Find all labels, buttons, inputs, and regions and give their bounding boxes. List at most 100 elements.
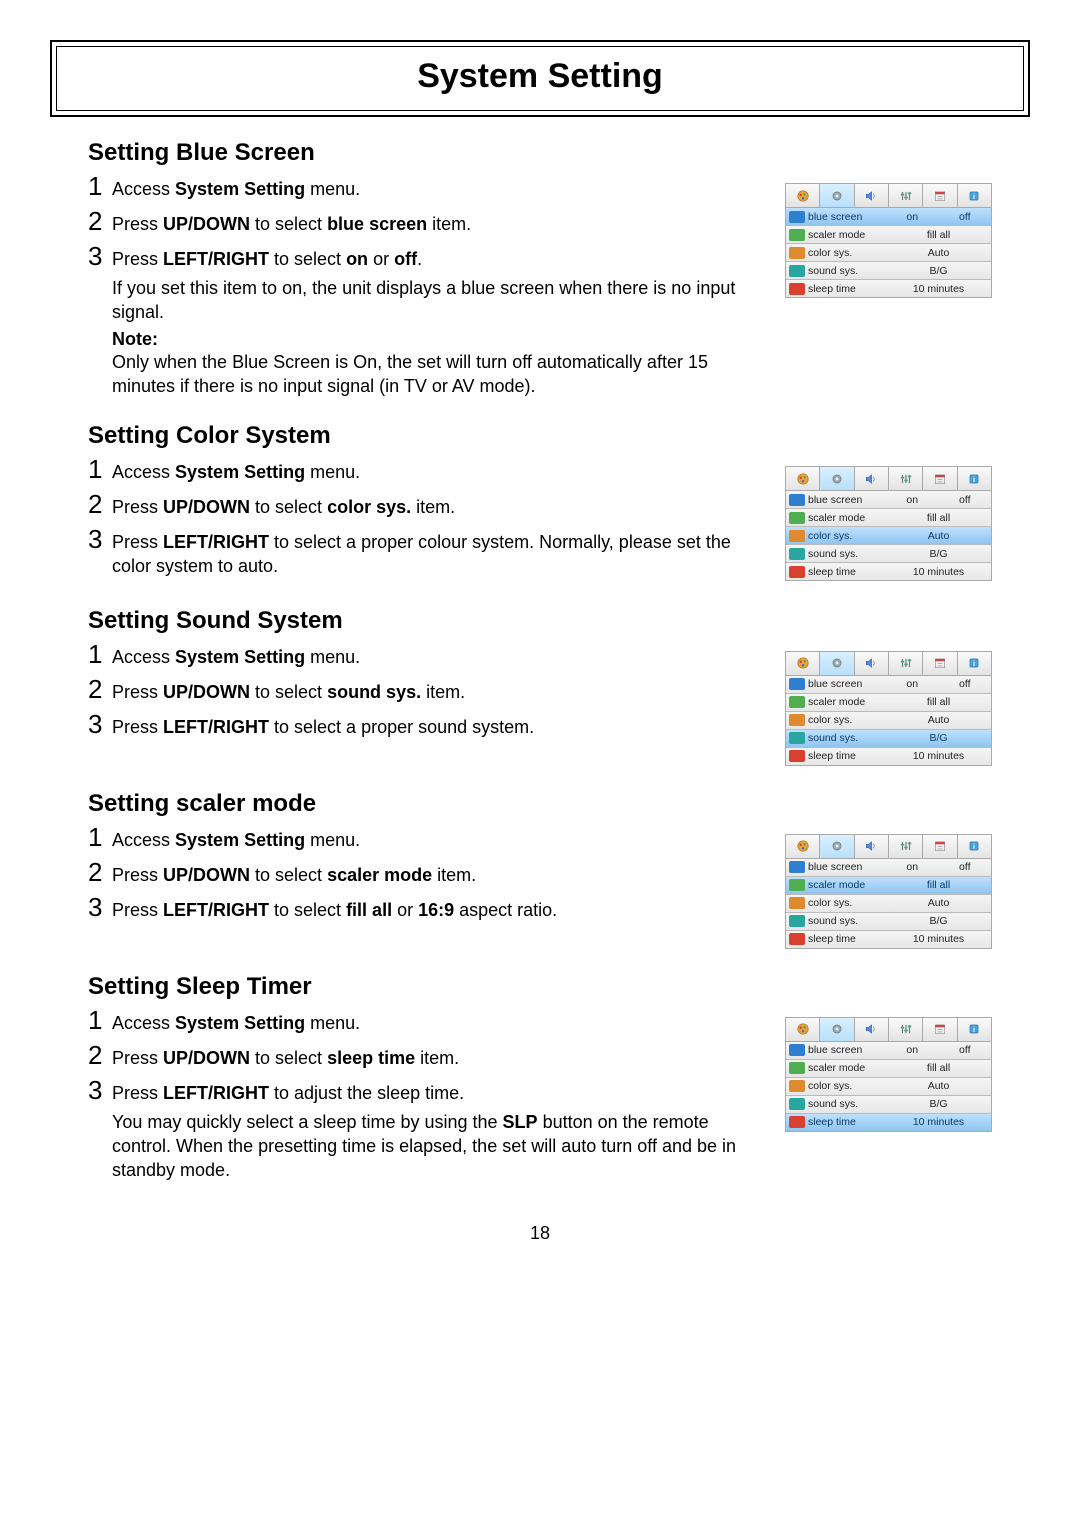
row-value: Auto: [886, 714, 991, 726]
osd-tab-system[interactable]: [820, 467, 854, 490]
step-number: 2: [88, 206, 110, 237]
osd-row-sleep-time[interactable]: sleep time10 minutes: [786, 931, 991, 948]
osd-row-sleep-time[interactable]: sleep time10 minutes: [786, 280, 991, 297]
osd-tab-audio[interactable]: [855, 652, 889, 675]
osd-tab-picture[interactable]: [786, 1018, 820, 1041]
osd-tab-tuning[interactable]: [889, 652, 923, 675]
row-label: color sys.: [808, 530, 886, 542]
osd-tab-picture[interactable]: [786, 652, 820, 675]
osd-tab-info[interactable]: i: [958, 652, 991, 675]
osd-row-color-sys-[interactable]: color sys.Auto: [786, 1078, 991, 1096]
row-label: color sys.: [808, 1080, 886, 1092]
step-number: 3: [88, 892, 110, 923]
audio-icon: [864, 189, 878, 203]
step-text: Press LEFT/RIGHT to select on or off.: [110, 247, 422, 271]
picture-icon: [796, 1022, 810, 1036]
svg-text:i: i: [973, 661, 975, 668]
steps: 1Access System Setting menu.2Press UP/DO…: [88, 454, 785, 583]
osd-row-sleep-time[interactable]: sleep time10 minutes: [786, 748, 991, 765]
step: 1Access System Setting menu.: [88, 171, 769, 202]
osd-row-blue-screen[interactable]: blue screenonoff: [786, 1042, 991, 1060]
osd-row-color-sys-[interactable]: color sys.Auto: [786, 244, 991, 262]
step-number: 1: [88, 171, 110, 202]
system-icon: [830, 839, 844, 853]
row-icon: [789, 494, 805, 506]
osd-row-sound-sys-[interactable]: sound sys.B/G: [786, 913, 991, 931]
step-body: If you set this item to on, the unit dis…: [112, 276, 769, 325]
osd-row-scaler-mode[interactable]: scaler modefill all: [786, 877, 991, 895]
step-number: 3: [88, 241, 110, 272]
osd-tab-system[interactable]: [820, 652, 854, 675]
osd-row-blue-screen[interactable]: blue screenonoff: [786, 676, 991, 694]
osd-tab-picture[interactable]: [786, 467, 820, 490]
tuning-icon: [899, 656, 913, 670]
osd-tab-audio[interactable]: [855, 184, 889, 207]
osd-tab-audio[interactable]: [855, 835, 889, 858]
row-label: sound sys.: [808, 1098, 886, 1110]
osd-row-sleep-time[interactable]: sleep time10 minutes: [786, 1114, 991, 1131]
osd-row-sound-sys-[interactable]: sound sys.B/G: [786, 262, 991, 280]
row-icon: [789, 512, 805, 524]
row-label: color sys.: [808, 714, 886, 726]
info-icon: i: [967, 1022, 981, 1036]
osd-tab-system[interactable]: [820, 1018, 854, 1041]
osd-tab-timer[interactable]: [923, 467, 957, 490]
osd-tab-info[interactable]: i: [958, 184, 991, 207]
osd-row-color-sys-[interactable]: color sys.Auto: [786, 527, 991, 545]
osd-tab-info[interactable]: i: [958, 835, 991, 858]
osd-tab-audio[interactable]: [855, 1018, 889, 1041]
steps: 1Access System Setting menu.2Press UP/DO…: [88, 1005, 785, 1183]
row-value: Auto: [886, 897, 991, 909]
osd-tab-system[interactable]: [820, 184, 854, 207]
osd-tab-tuning[interactable]: [889, 1018, 923, 1041]
osd-tab-tuning[interactable]: [889, 835, 923, 858]
row-label: sound sys.: [808, 732, 886, 744]
osd-row-sound-sys-[interactable]: sound sys.B/G: [786, 1096, 991, 1114]
picture-icon: [796, 656, 810, 670]
row-icon: [789, 211, 805, 223]
row-value: 10 minutes: [886, 750, 991, 762]
step-number: 1: [88, 1005, 110, 1036]
row-icon: [789, 265, 805, 277]
timer-icon: [933, 1022, 947, 1036]
row-label: sleep time: [808, 566, 886, 578]
system-icon: [830, 656, 844, 670]
osd-tab-timer[interactable]: [923, 652, 957, 675]
osd-row-blue-screen[interactable]: blue screenonoff: [786, 208, 991, 226]
step-number: 1: [88, 822, 110, 853]
tuning-icon: [899, 189, 913, 203]
step: 3Press LEFT/RIGHT to select a proper sou…: [88, 709, 769, 740]
osd-tabs: i: [786, 835, 991, 859]
osd-row-blue-screen[interactable]: blue screenonoff: [786, 859, 991, 877]
osd-row-color-sys-[interactable]: color sys.Auto: [786, 712, 991, 730]
osd-row-color-sys-[interactable]: color sys.Auto: [786, 895, 991, 913]
row-label: blue screen: [808, 678, 886, 690]
osd-tab-info[interactable]: i: [958, 1018, 991, 1041]
osd-tab-system[interactable]: [820, 835, 854, 858]
osd-row-sound-sys-[interactable]: sound sys.B/G: [786, 730, 991, 748]
osd-row-sound-sys-[interactable]: sound sys.B/G: [786, 545, 991, 563]
timer-icon: [933, 839, 947, 853]
note-text: Only when the Blue Screen is On, the set…: [112, 350, 769, 399]
osd-tab-audio[interactable]: [855, 467, 889, 490]
row-icon: [789, 1044, 805, 1056]
osd-tab-tuning[interactable]: [889, 467, 923, 490]
osd-tab-timer[interactable]: [923, 184, 957, 207]
osd-row-blue-screen[interactable]: blue screenonoff: [786, 491, 991, 509]
osd-tab-info[interactable]: i: [958, 467, 991, 490]
osd-row-sleep-time[interactable]: sleep time10 minutes: [786, 563, 991, 580]
osd-tab-timer[interactable]: [923, 1018, 957, 1041]
osd-tab-timer[interactable]: [923, 835, 957, 858]
osd-tab-picture[interactable]: [786, 835, 820, 858]
page-title: System Setting: [417, 57, 663, 95]
osd-row-scaler-mode[interactable]: scaler modefill all: [786, 226, 991, 244]
row-value: fill all: [886, 1062, 991, 1074]
osd-row-scaler-mode[interactable]: scaler modefill all: [786, 694, 991, 712]
osd-row-scaler-mode[interactable]: scaler modefill all: [786, 1060, 991, 1078]
row-value: fill all: [886, 696, 991, 708]
osd-tab-picture[interactable]: [786, 184, 820, 207]
osd-tab-tuning[interactable]: [889, 184, 923, 207]
osd-row-scaler-mode[interactable]: scaler modefill all: [786, 509, 991, 527]
picture-icon: [796, 472, 810, 486]
row-value: B/G: [886, 915, 991, 927]
